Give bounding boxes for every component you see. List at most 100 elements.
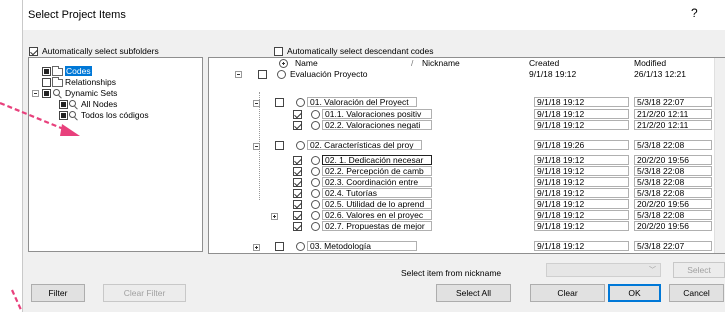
row-checkbox[interactable] [293, 222, 302, 231]
relationships-checkbox[interactable] [42, 78, 51, 87]
row-created: 9/1/18 19:12 [529, 69, 577, 79]
col-nickname[interactable]: Nickname [422, 58, 460, 68]
radio-icon[interactable] [296, 98, 305, 107]
all-nodes-checkbox[interactable] [59, 100, 68, 109]
row-name: 02. Características del proy [307, 140, 422, 150]
row-name: 02.4. Tutorías [322, 188, 432, 198]
col-created[interactable]: Created [529, 58, 559, 68]
filter-button[interactable]: Filter [31, 284, 85, 302]
row-name: 02.5. Utilidad de lo aprend [322, 199, 432, 209]
folder-icon [52, 77, 63, 87]
auto-descendant-codes-checkbox[interactable] [274, 47, 283, 56]
tree-item-todos-los-codigos[interactable]: Todos los códigos [81, 110, 149, 120]
row-modified: 5/3/18 22:08 [634, 177, 712, 187]
folder-tree[interactable]: Codes Relationships Dynamic Sets All Nod… [28, 57, 203, 252]
tree-item-dynamic-sets[interactable]: Dynamic Sets [65, 88, 117, 98]
radio-icon[interactable] [296, 141, 305, 150]
select-project-items-dialog: Select Project Items ? Automatically sel… [22, 0, 725, 312]
codes-checkbox[interactable] [42, 67, 51, 76]
collapse-icon[interactable] [253, 100, 260, 107]
row-modified: 5/3/18 22:08 [634, 166, 712, 176]
vertical-scrollbar[interactable] [714, 58, 725, 253]
radio-icon[interactable] [311, 156, 320, 165]
row-created: 9/1/18 19:12 [534, 120, 629, 130]
title-bar: Select Project Items ? [23, 0, 725, 30]
chevron-down-icon: ﹀ [649, 267, 656, 274]
radio-icon[interactable] [311, 211, 320, 220]
expand-icon[interactable] [253, 244, 260, 251]
row-modified: 20/2/20 19:56 [634, 221, 712, 231]
cancel-button[interactable]: Cancel [669, 284, 724, 302]
todos-los-codigos-checkbox[interactable] [59, 111, 68, 120]
row-checkbox[interactable] [293, 189, 302, 198]
ok-button[interactable]: OK [608, 284, 661, 302]
row-created: 9/1/18 19:12 [534, 199, 629, 209]
radio-icon[interactable] [277, 70, 286, 79]
row-checkbox[interactable] [275, 242, 284, 251]
row-checkbox[interactable] [293, 178, 302, 187]
radio-icon[interactable] [311, 121, 320, 130]
dialog-title: Select Project Items [28, 9, 126, 21]
radio-icon[interactable] [311, 110, 320, 119]
radio-icon[interactable] [311, 189, 320, 198]
row-modified: 26/1/13 12:21 [634, 69, 686, 79]
row-created: 9/1/18 19:12 [534, 155, 629, 165]
select-all-button[interactable]: Select All [436, 284, 511, 302]
nickname-dropdown[interactable]: ﹀ [546, 263, 661, 277]
auto-subfolders-label: Automatically select subfolders [42, 46, 159, 56]
folder-icon [52, 66, 63, 76]
radio-icon[interactable] [311, 178, 320, 187]
row-name: 02.7. Propuestas de mejor [322, 221, 432, 231]
row-checkbox[interactable] [293, 211, 302, 220]
row-created: 9/1/18 19:12 [534, 221, 629, 231]
radio-icon[interactable] [311, 200, 320, 209]
radio-icon[interactable] [311, 222, 320, 231]
row-name: 03. Metodología [307, 241, 417, 251]
radio-icon[interactable] [296, 242, 305, 251]
row-modified: 5/3/18 22:08 [634, 188, 712, 198]
collapse-icon[interactable] [32, 90, 39, 97]
tree-item-all-nodes[interactable]: All Nodes [81, 99, 117, 109]
row-checkbox[interactable] [258, 70, 267, 79]
project-items-grid[interactable]: Name / Nickname Created Modified ▲ Evalu… [208, 57, 725, 254]
help-button[interactable]: ? [691, 6, 698, 20]
background-strip [0, 0, 24, 312]
row-modified: 5/3/18 22:08 [634, 210, 712, 220]
radio-icon[interactable] [311, 167, 320, 176]
row-checkbox[interactable] [293, 156, 302, 165]
row-created: 9/1/18 19:12 [534, 188, 629, 198]
tree-item-relationships[interactable]: Relationships [65, 77, 116, 87]
row-checkbox[interactable] [293, 200, 302, 209]
row-name: 02.6. Valores en el proyec [322, 210, 432, 220]
row-name: 02.2. Valoraciones negati [322, 120, 432, 130]
select-nickname-button[interactable]: Select [673, 262, 725, 278]
collapse-icon[interactable] [235, 71, 242, 78]
row-name: 02.2. Percepción de camb [322, 166, 432, 176]
nickname-label: Select item from nickname [401, 268, 502, 278]
row-checkbox[interactable] [293, 121, 302, 130]
col-name[interactable]: Name [295, 58, 318, 68]
auto-descendant-codes-label: Automatically select descendant codes [287, 46, 434, 56]
row-checkbox[interactable] [275, 141, 284, 150]
clear-filter-button[interactable]: Clear Filter [103, 284, 186, 302]
row-name: 02.3. Coordinación entre [322, 177, 432, 187]
clear-button[interactable]: Clear [530, 284, 605, 302]
row-checkbox[interactable] [293, 167, 302, 176]
col-modified[interactable]: Modified [634, 58, 666, 68]
auto-subfolders-checkbox[interactable] [29, 47, 38, 56]
grid-header: Name / Nickname Created Modified ▲ Evalu… [209, 58, 725, 80]
search-folder-icon [53, 89, 62, 98]
row-modified: 5/3/18 22:07 [634, 97, 712, 107]
annotation-arrow-tails [0, 101, 24, 312]
expand-icon[interactable] [271, 213, 278, 220]
dynamic-sets-checkbox[interactable] [42, 89, 51, 98]
row-modified: 20/2/20 19:56 [634, 155, 712, 165]
plus-circle-icon-v [283, 62, 284, 65]
row-checkbox[interactable] [275, 98, 284, 107]
screenshot: Select Project Items ? Automatically sel… [0, 0, 725, 312]
row-created: 9/1/18 19:12 [534, 97, 629, 107]
col-separator: / [411, 58, 414, 68]
collapse-icon[interactable] [253, 143, 260, 150]
row-checkbox[interactable] [293, 110, 302, 119]
tree-item-codes[interactable]: Codes [65, 66, 92, 76]
